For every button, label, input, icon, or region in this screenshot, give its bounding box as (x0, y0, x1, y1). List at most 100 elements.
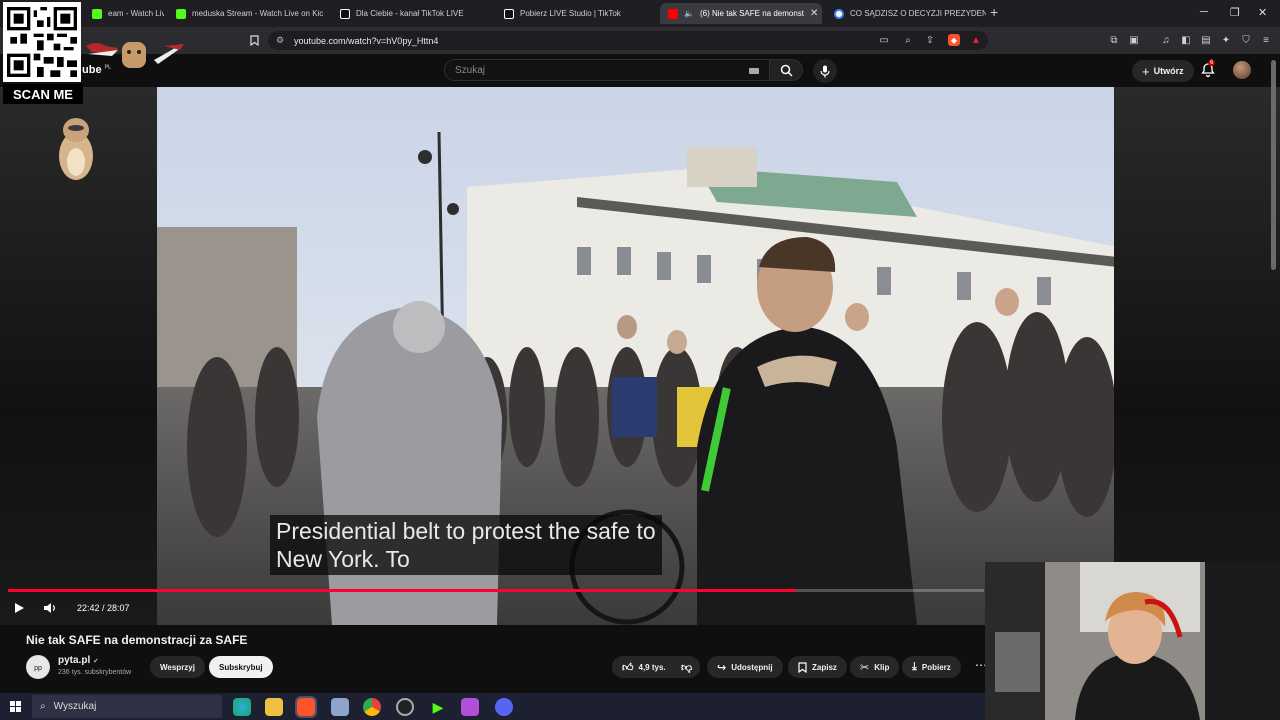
create-button[interactable]: + Utwórz (1132, 60, 1194, 82)
tab-label: (6) Nie tak SAFE na demonst (699, 9, 805, 18)
obs-icon[interactable] (396, 698, 414, 716)
taskbar-search-placeholder: Wyszukaj (53, 701, 97, 712)
svg-text:pp: pp (34, 665, 42, 672)
windows-taskbar: ⌕ Wyszukaj ▶ (0, 693, 985, 720)
like-button[interactable]: 👍︎ 4,9 tys. (612, 656, 674, 678)
media-icon[interactable]: ♫ (1160, 34, 1172, 46)
windows-start-icon[interactable] (10, 701, 21, 712)
minimize-button[interactable]: ─ (1200, 6, 1208, 18)
play-button[interactable] (11, 600, 27, 616)
wallet-icon[interactable]: ▣ (1128, 34, 1140, 46)
webcam-feed (985, 562, 1280, 720)
kick-icon (176, 8, 186, 19)
cast-icon[interactable]: ▭ (878, 34, 890, 46)
youtube-icon (668, 8, 678, 19)
share-label: Udostępnij (731, 662, 773, 672)
search-icon: ⌕ (40, 701, 46, 712)
kick-icon (92, 8, 102, 19)
bookmark-icon[interactable] (248, 34, 260, 46)
download-label: Pobierz (921, 662, 951, 672)
bookmark-icon (798, 661, 807, 673)
video-title: Nie tak SAFE na demonstracji za SAFE (26, 633, 248, 647)
download-button[interactable]: ⤓ Pobierz (902, 656, 961, 678)
tab-label: meduska Stream - Watch Live on Kic (192, 9, 324, 18)
menu-icon[interactable]: ≡ (1260, 34, 1272, 46)
close-tab-icon[interactable]: ✕ (810, 8, 818, 19)
account-avatar[interactable] (1233, 61, 1251, 79)
volume-icon (43, 603, 55, 613)
tab-google[interactable]: CO SĄDZISZ O DECYZJI PREZYDENTA (826, 3, 986, 24)
tab-youtube-active[interactable]: 🔈 (6) Nie tak SAFE na demonst ✕ (660, 3, 822, 24)
clip-button[interactable]: ✂ Klip (850, 656, 900, 678)
play-icon (15, 603, 24, 613)
file-explorer-icon[interactable] (265, 698, 283, 716)
save-button[interactable]: Zapisz (788, 656, 847, 678)
search-placeholder: Szukaj (455, 64, 486, 76)
channel-avatar[interactable]: pp (26, 655, 50, 679)
tab-kick-2[interactable]: meduska Stream - Watch Live on Kic (168, 3, 328, 24)
browser-toolbar: ⚙ youtube.com/watch?v=hV0py_Httn4 ▭ ⌕ ⇪ … (0, 27, 1280, 54)
tab-label: eam - Watch Live on (108, 9, 164, 18)
clip-label: Klip (874, 662, 890, 672)
restore-button[interactable]: ❐ (1230, 6, 1240, 19)
plus-icon: + (1142, 63, 1150, 79)
webcam-overlay (985, 562, 1280, 720)
player-backdrop-right (1114, 87, 1280, 625)
subscribe-label: Subskrybuj (219, 662, 263, 672)
search-input[interactable]: Szukaj (444, 59, 770, 81)
volume-button[interactable] (41, 600, 57, 616)
taskbar-search[interactable]: ⌕ Wyszukaj (32, 695, 222, 718)
zoom-icon[interactable]: ⌕ (902, 34, 914, 46)
search-button[interactable] (769, 59, 803, 81)
tab-kick-1[interactable]: eam - Watch Live on (84, 3, 164, 24)
share-button[interactable]: ↪ Udostępnij (707, 656, 783, 678)
speaker-icon: 🔈 (684, 9, 694, 18)
sidebar-icon[interactable]: ◧ (1180, 34, 1192, 46)
close-window-button[interactable]: ✕ (1258, 6, 1267, 19)
subscribe-button[interactable]: Subskrybuj (209, 656, 273, 678)
brave-icon[interactable] (295, 696, 317, 718)
dislike-button[interactable]: 👎︎ (673, 656, 701, 678)
time-display: 22:42 / 28:07 (77, 603, 130, 613)
page-scrollbar[interactable] (1271, 60, 1276, 270)
app-icon[interactable] (331, 698, 349, 716)
wallet2-icon[interactable]: ▤ (1200, 34, 1212, 46)
extensions-icon[interactable]: ⧉ (1108, 34, 1120, 46)
url-text: youtube.com/watch?v=hV0py_Httn4 (294, 35, 439, 46)
thumbs-up-icon: 👍︎ (622, 661, 634, 674)
brave-shield-icon[interactable]: ◆ (948, 34, 960, 46)
vpn-icon[interactable]: ⛉ (1240, 34, 1252, 46)
tab-tiktok-2[interactable]: Pobierz LIVE Studio | TikTok (496, 3, 656, 24)
support-button[interactable]: Wesprzyj (150, 656, 205, 678)
channel-name[interactable]: pyta.pl ✔ (58, 655, 99, 666)
save-label: Zapisz (812, 662, 837, 672)
tab-tiktok-1[interactable]: Dla Ciebie - kanał TikTok LIVE (332, 3, 492, 24)
subtitle-line-2: New York. To (276, 546, 410, 572)
qr-code-icon (7, 7, 77, 77)
browser-tab-strip: eam - Watch Live on meduska Stream - Wat… (0, 0, 1280, 27)
subtitle-line-1: Presidential belt to protest the safe to (276, 518, 656, 544)
hamster-emote-icon (59, 118, 93, 180)
channel-name-text: pyta.pl (58, 655, 91, 666)
qr-code (3, 2, 81, 82)
channel-subscriber-count: 236 tys. subskrybentów (58, 669, 132, 676)
discord-icon[interactable] (495, 698, 513, 716)
download-icon: ⤓ (912, 660, 917, 673)
share-arrow-icon: ↪ (717, 661, 727, 674)
site-settings-icon[interactable]: ⚙ (276, 35, 284, 46)
brave-rewards-icon[interactable]: ▲ (970, 34, 982, 46)
leo-ai-icon[interactable]: ✦ (1220, 34, 1232, 46)
create-label: Utwórz (1153, 66, 1184, 76)
edge-icon[interactable] (233, 698, 251, 716)
chrome-icon[interactable] (363, 698, 381, 716)
progress-bar[interactable] (8, 589, 984, 592)
chat-app-icon[interactable] (461, 698, 479, 716)
youtube-header: ube PL Szukaj (0, 54, 1280, 87)
new-tab-button[interactable]: + (990, 4, 998, 20)
streaming-app-icon[interactable]: ▶ (429, 698, 447, 716)
cat-emote-icon (86, 42, 184, 68)
share-icon[interactable]: ⇪ (924, 34, 936, 46)
subtitle-box: Presidential belt to protest the safe to… (270, 515, 662, 575)
voice-search-button[interactable] (813, 59, 837, 83)
keyboard-icon[interactable] (749, 68, 759, 74)
